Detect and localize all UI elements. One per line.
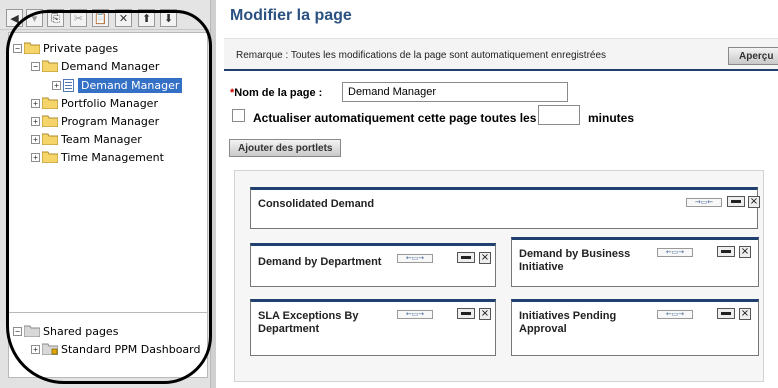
- folder-icon: [42, 97, 58, 109]
- tree-item-label: Time Management: [61, 150, 164, 164]
- width-toggle-icon[interactable]: ←▭→: [657, 310, 693, 319]
- edit-portlet-icon[interactable]: [727, 196, 745, 207]
- minutes-label: minutes: [588, 111, 635, 125]
- copy-icon[interactable]: ⎘: [47, 9, 64, 27]
- folder-icon: [42, 133, 58, 145]
- portlet-title: Initiatives Pending Approval: [519, 310, 617, 335]
- width-toggle-icon[interactable]: ←▭→: [657, 248, 693, 257]
- private-pages-tree: − Private pages − Demand Manager + Deman…: [8, 32, 208, 314]
- delete-icon[interactable]: ✕: [115, 9, 132, 27]
- folder-shared-icon: [24, 325, 40, 337]
- portlet-demand-by-department[interactable]: Demand by Department ←▭→ ×: [250, 243, 496, 287]
- portlet-demand-by-business-initiative[interactable]: Demand by Business Initiative ←▭→ ×: [511, 237, 759, 287]
- tree-item-label: Standard PPM Dashboard: [61, 342, 201, 356]
- tree-item-portfolio-manager[interactable]: + Portfolio Manager: [31, 95, 158, 111]
- portlet-sla-exceptions-by-department[interactable]: SLA Exceptions By Department ←▭→ ×: [250, 299, 496, 356]
- cut-icon[interactable]: ✂: [70, 9, 87, 27]
- tree-item-demand-manager-page[interactable]: + Demand Manager: [52, 77, 183, 93]
- move-down-icon[interactable]: ⬇: [160, 9, 177, 27]
- expand-icon[interactable]: +: [31, 98, 40, 108]
- tree-item-program-manager[interactable]: + Program Manager: [31, 113, 159, 129]
- refresh-minutes-input[interactable]: [538, 105, 580, 125]
- width-toggle-icon[interactable]: →▭←: [686, 198, 722, 207]
- autosave-remark: Remarque : Toutes les modifications de l…: [236, 50, 607, 61]
- edit-portlet-icon[interactable]: [457, 252, 475, 263]
- tree-item-team-manager[interactable]: + Team Manager: [31, 131, 142, 147]
- page-name-label-text: Nom de la page :: [234, 87, 323, 99]
- paste-icon[interactable]: 📋: [92, 9, 109, 27]
- folder-icon: [42, 115, 58, 127]
- edit-portlet-icon[interactable]: [457, 308, 475, 319]
- close-icon[interactable]: ×: [479, 252, 491, 264]
- width-toggle-icon[interactable]: ←▭→: [397, 254, 433, 263]
- tree-item-time-management[interactable]: + Time Management: [31, 149, 164, 165]
- portlet-layout-area: Consolidated Demand →▭← × Demand by Depa…: [234, 170, 764, 382]
- folder-icon: [42, 151, 58, 163]
- tree-item-label-selected: Demand Manager: [78, 77, 183, 93]
- page-name-input[interactable]: [342, 82, 568, 102]
- auto-refresh-checkbox[interactable]: [232, 109, 245, 122]
- folder-open-icon: [24, 42, 40, 54]
- tree-item-label: Program Manager: [61, 114, 160, 128]
- page-icon: [63, 78, 74, 92]
- tree-item-shared-pages[interactable]: − Shared pages: [13, 323, 118, 339]
- remark-bar: Remarque : Toutes les modifications de l…: [224, 38, 778, 71]
- edit-portlet-icon[interactable]: [717, 246, 735, 257]
- expand-icon[interactable]: +: [31, 134, 40, 144]
- main-panel: Modifier la page Remarque : Toutes les m…: [216, 0, 778, 388]
- portlet-title: Demand by Department: [258, 256, 382, 268]
- tree-toolbar: ◀ ▾ ⎘ ✂ 📋 ✕ ⬆ ⬇: [0, 0, 216, 30]
- edit-portlet-icon[interactable]: [717, 308, 735, 319]
- auto-refresh-label: Actualiser automatiquement cette page to…: [253, 111, 537, 125]
- add-portlets-button[interactable]: Ajouter des portlets: [229, 139, 342, 157]
- back-arrow-icon[interactable]: ◀: [6, 9, 23, 27]
- close-icon[interactable]: ×: [739, 246, 751, 258]
- forward-arrow-icon[interactable]: ▾: [26, 9, 43, 27]
- portlet-title: SLA Exceptions By Department: [258, 310, 359, 335]
- left-panel: ◀ ▾ ⎘ ✂ 📋 ✕ ⬆ ⬇ − Private pages − Demand…: [0, 0, 216, 388]
- collapse-icon[interactable]: −: [13, 43, 22, 53]
- close-icon[interactable]: ×: [748, 196, 760, 208]
- expand-icon[interactable]: +: [31, 152, 40, 162]
- tree-item-label: Private pages: [43, 41, 119, 55]
- expand-icon[interactable]: +: [31, 344, 40, 354]
- expand-icon[interactable]: +: [52, 80, 61, 90]
- tree-item-label: Shared pages: [43, 324, 119, 338]
- portlet-consolidated-demand[interactable]: Consolidated Demand →▭← ×: [250, 187, 760, 229]
- expand-icon[interactable]: +: [31, 116, 40, 126]
- preview-button[interactable]: Aperçu: [728, 47, 778, 65]
- close-icon[interactable]: ×: [479, 308, 491, 320]
- collapse-icon[interactable]: −: [31, 61, 40, 71]
- shared-pages-tree: − Shared pages + Standard PPM Dashboard: [8, 312, 208, 378]
- portlet-title: Demand by Business Initiative: [519, 248, 631, 273]
- collapse-icon[interactable]: −: [13, 326, 22, 336]
- portlet-initiatives-pending-approval[interactable]: Initiatives Pending Approval ←▭→ ×: [511, 299, 759, 356]
- tree-item-private-pages[interactable]: − Private pages: [13, 40, 118, 56]
- tree-item-label: Team Manager: [61, 132, 142, 146]
- tree-item-label: Demand Manager: [61, 59, 160, 73]
- tree-item-label: Portfolio Manager: [61, 96, 158, 110]
- folder-open-icon: [42, 60, 58, 72]
- portlet-title: Consolidated Demand: [258, 198, 375, 210]
- tree-item-demand-manager-folder[interactable]: − Demand Manager: [31, 58, 159, 74]
- locked-folder-icon: [42, 343, 58, 355]
- close-icon[interactable]: ×: [739, 308, 751, 320]
- page-name-label: *Nom de la page :: [230, 87, 322, 99]
- width-toggle-icon[interactable]: ←▭→: [397, 310, 433, 319]
- tree-item-standard-ppm-dashboard[interactable]: + Standard PPM Dashboard: [31, 341, 200, 357]
- page-title: Modifier la page: [230, 7, 352, 24]
- move-up-icon[interactable]: ⬆: [138, 9, 155, 27]
